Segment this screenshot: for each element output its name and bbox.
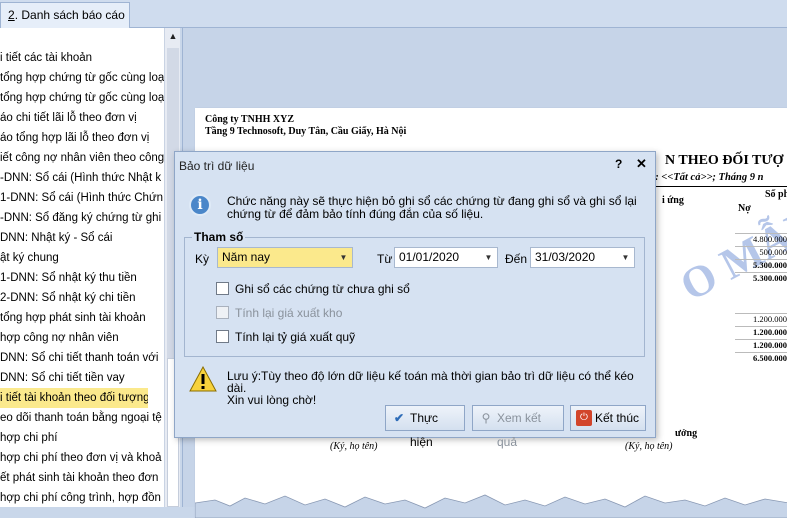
warning-icon	[189, 366, 217, 392]
dialog-title: Bảo trì dữ liệu	[179, 159, 255, 173]
close-icon[interactable]: ✕	[636, 156, 647, 172]
recalc-exchange-rate-label: Tính lại tỷ giá xuất quỹ	[235, 330, 356, 344]
report-list-item[interactable]: 1-DNN: Sổ cái (Hình thức Chứn	[0, 188, 164, 208]
company-name: Công ty TNHH XYZ	[205, 114, 294, 125]
maintenance-dialog: Bảo trì dữ liệu ? ✕ i Chức năng này sẽ t…	[174, 151, 656, 449]
col-doi-tuong: i ứng	[662, 195, 684, 206]
report-list-item[interactable]: hợp công nợ nhân viên	[0, 328, 164, 348]
from-date-label: Từ	[377, 252, 393, 266]
report-list: i tiết các tài khoản tổng hợp chứng từ gố…	[0, 48, 164, 507]
warning-text: Lưu ý:Tùy theo độ lớn dữ liệu kế toán mà…	[227, 370, 647, 406]
signature-left: (Ký, họ tên)	[330, 441, 378, 452]
to-date-picker[interactable]: 31/03/2020 ▼	[530, 247, 635, 268]
period-select[interactable]: Năm nay ▼	[217, 247, 353, 268]
help-icon[interactable]: ?	[615, 157, 622, 171]
tab-danh-sach-bao-cao[interactable]: 2. Danh sách báo cáo	[0, 2, 130, 28]
period-value: Năm nay	[222, 250, 271, 264]
report-list-item[interactable]: hợp chi phí công trình, hợp đồn	[0, 488, 164, 507]
report-list-item[interactable]: hợp chi phí theo đơn vị và khoả	[0, 448, 164, 468]
dialog-info-text: Chức năng này sẽ thực hiện bỏ ghi sổ các…	[227, 194, 637, 221]
report-list-item[interactable]: -DNN: Sổ đăng ký chứng từ ghi	[0, 208, 164, 228]
execute-button[interactable]: ✔ Thực hiện	[385, 405, 465, 449]
report-list-item[interactable]: áo tổng hợp lãi lỗ theo đơn vị	[0, 128, 164, 148]
report-list-item[interactable]: DNN: Sổ chi tiết tiền vay	[0, 368, 164, 388]
warning-line-1: Lưu ý:Tùy theo độ lớn dữ liệu kế toán mà…	[227, 369, 634, 395]
report-list-item[interactable]: DNN: Sổ chi tiết thanh toán với	[0, 348, 164, 368]
chevron-down-icon[interactable]: ▼	[617, 248, 634, 267]
col-no: Nợ	[738, 203, 751, 214]
to-date-label: Đến	[505, 252, 528, 266]
page-tear-edge	[195, 494, 787, 518]
to-date-value: 31/03/2020	[535, 250, 596, 264]
period-label: Kỳ	[195, 252, 210, 266]
exit-button-label: Kết thúc	[595, 411, 640, 425]
signature-right: (Ký, họ tên)	[625, 441, 673, 452]
report-list-item[interactable]: áo chi tiết lãi lỗ theo đơn vị	[0, 108, 164, 128]
dialog-titlebar[interactable]: Bảo trì dữ liệu ? ✕	[175, 152, 655, 178]
amount-column: 4.800.000 500.000 5.300.000 5.300.000 1.…	[735, 233, 787, 365]
parameters-group: Tham số Kỳ Năm nay ▼ Từ 01/01/2020 ▼ Đến…	[184, 230, 645, 357]
tab-strip: 2. Danh sách báo cáo	[0, 0, 787, 28]
view-result-button[interactable]: ⚲ Xem kết quả	[472, 405, 564, 449]
recalc-inventory-price-checkbox[interactable]	[216, 306, 229, 319]
chevron-down-icon[interactable]: ▼	[335, 248, 352, 267]
report-list-item[interactable]: DNN: Nhật ký - Sổ cái	[0, 228, 164, 248]
amount-cell: 6.500.000	[735, 352, 787, 365]
exit-button[interactable]: ⏻ Kết thúc	[570, 405, 646, 431]
report-list-item[interactable]: 1-DNN: Sổ nhật ký thu tiền	[0, 268, 164, 288]
check-icon: ✔	[393, 411, 405, 425]
amount-cell: 4.800.000	[735, 233, 787, 246]
report-title: N THEO ĐỐI TƯỢ	[665, 153, 784, 168]
amount-cell: 1.200.000	[735, 313, 787, 326]
report-list-item[interactable]: ật ký chung	[0, 248, 164, 268]
report-subtitle: g: <<Tất cả>>; Tháng 9 n	[650, 172, 764, 183]
recalc-inventory-price-label: Tính lại giá xuất kho	[235, 306, 343, 320]
signature-title: ưởng	[675, 428, 698, 439]
report-list-item[interactable]: hợp chi phí	[0, 428, 164, 448]
post-unposted-label: Ghi sổ các chứng từ chưa ghi sổ	[235, 282, 410, 296]
amount-cell: 5.300.000	[735, 259, 787, 272]
amount-cell: 1.200.000	[735, 326, 787, 339]
col-so-phat-sinh: Số phát	[765, 189, 787, 200]
parameters-group-label: Tham số	[192, 230, 246, 244]
recalc-exchange-rate-checkbox[interactable]	[216, 330, 229, 343]
company-address: Tầng 9 Technosoft, Duy Tân, Cầu Giấy, Hà…	[205, 126, 407, 137]
report-list-item[interactable]: eo dõi thanh toán bằng ngoại tệ	[0, 408, 164, 428]
report-list-item[interactable]: -DNN: Sổ cái (Hình thức Nhật k	[0, 168, 164, 188]
magnifier-icon: ⚲	[481, 411, 491, 425]
report-list-item[interactable]: i tiết các tài khoản	[0, 48, 164, 68]
from-date-value: 01/01/2020	[399, 250, 460, 264]
tab-number: 2	[8, 8, 15, 22]
chevron-down-icon[interactable]: ▼	[480, 248, 497, 267]
report-list-item[interactable]: ết phát sinh tài khoản theo đơn	[0, 468, 164, 488]
info-icon: i	[189, 194, 211, 216]
report-list-item[interactable]: tổng hợp phát sinh tài khoản	[0, 308, 164, 328]
amount-cell: 1.200.000	[735, 339, 787, 352]
report-list-item[interactable]: 2-DNN: Sổ nhật ký chi tiền	[0, 288, 164, 308]
amount-cell: 500.000	[735, 246, 787, 259]
tab-label: . Danh sách báo cáo	[14, 8, 125, 22]
scroll-up-arrow-icon[interactable]: ▲	[165, 28, 181, 44]
report-list-item[interactable]: tổng hợp chứng từ gốc cùng loạ	[0, 68, 164, 88]
post-unposted-checkbox[interactable]	[216, 282, 229, 295]
report-list-panel: i tiết các tài khoản tổng hợp chứng từ gố…	[0, 28, 164, 507]
amount-cell: 5.300.000	[735, 272, 787, 285]
report-list-item[interactable]: i tiết tài khoản theo đối tượng	[0, 388, 148, 408]
from-date-picker[interactable]: 01/01/2020 ▼	[394, 247, 498, 268]
report-list-item[interactable]: tổng hợp chứng từ gốc cùng loạ	[0, 88, 164, 108]
report-list-item[interactable]: iết công nợ nhân viên theo công	[0, 148, 164, 168]
exit-icon: ⏻	[576, 410, 592, 426]
